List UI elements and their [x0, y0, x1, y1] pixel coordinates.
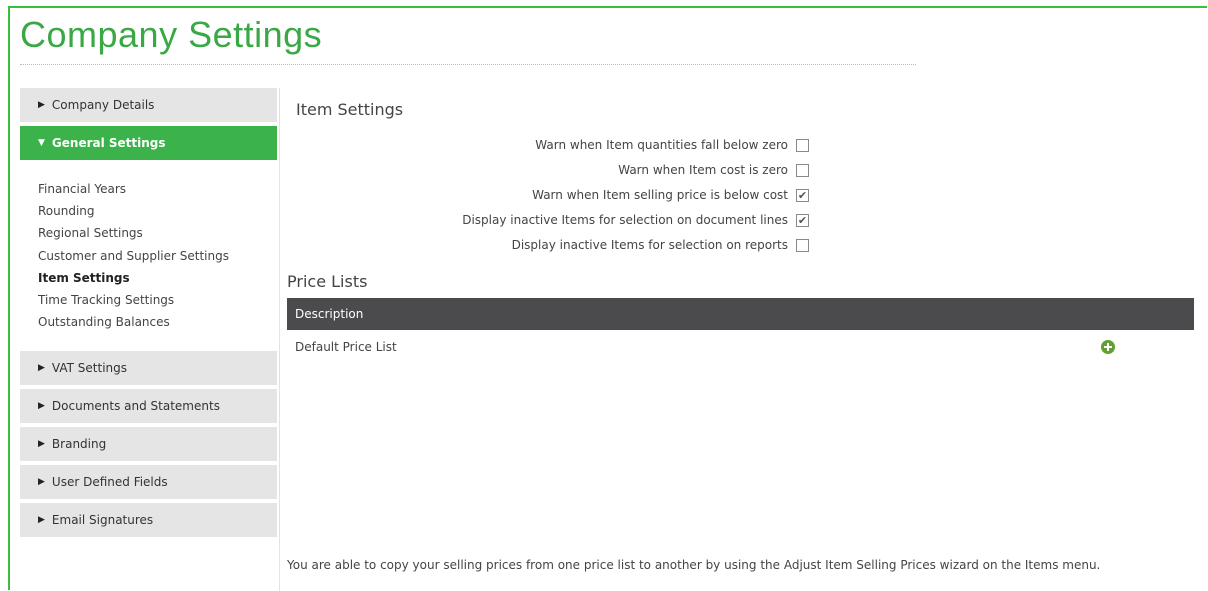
- submenu-item-time-tracking-settings[interactable]: Time Tracking Settings: [38, 289, 229, 311]
- checkbox-inactive-document-lines[interactable]: ✔: [796, 213, 809, 227]
- submenu-item-regional-settings[interactable]: Regional Settings: [38, 222, 229, 244]
- caret-right-icon: ▶: [38, 401, 45, 411]
- caret-right-icon: ▶: [38, 515, 45, 525]
- option-warn-price-below-cost: Warn when Item selling price is below co…: [532, 184, 809, 206]
- check-icon: ✔: [797, 188, 808, 202]
- submenu-item-item-settings[interactable]: Item Settings: [38, 267, 229, 289]
- sidebar-item-documents-statements[interactable]: ▶ Documents and Statements: [20, 389, 277, 423]
- title-divider: [20, 64, 916, 65]
- submenu-item-outstanding-balances[interactable]: Outstanding Balances: [38, 311, 229, 333]
- sidebar: ▶ Company Details ▼ General Settings Fin…: [20, 88, 277, 591]
- main-content: Item Settings Warn when Item quantities …: [287, 88, 1207, 591]
- option-inactive-document-lines: Display inactive Items for selection on …: [462, 209, 809, 231]
- option-warn-qty-below-zero: Warn when Item quantities fall below zer…: [535, 134, 809, 156]
- sidebar-item-label: Email Signatures: [51, 513, 154, 527]
- submenu-item-customer-supplier-settings[interactable]: Customer and Supplier Settings: [38, 245, 229, 267]
- price-list-name[interactable]: Default Price List: [287, 340, 397, 354]
- plus-circle-icon[interactable]: [1101, 340, 1115, 354]
- sidebar-item-branding[interactable]: ▶ Branding: [20, 427, 277, 461]
- checkbox-warn-qty-below-zero[interactable]: [796, 138, 809, 152]
- price-list-help-note: You are able to copy your selling prices…: [287, 558, 1101, 572]
- checkbox-inactive-reports[interactable]: [796, 238, 809, 252]
- caret-right-icon: ▶: [38, 363, 45, 373]
- sidebar-item-label: User Defined Fields: [51, 475, 168, 489]
- sidebar-item-email-signatures[interactable]: ▶ Email Signatures: [20, 503, 277, 537]
- checkbox-warn-price-below-cost[interactable]: ✔: [796, 188, 809, 202]
- option-label: Warn when Item selling price is below co…: [532, 188, 788, 202]
- check-icon: ✔: [797, 213, 808, 227]
- option-label: Display inactive Items for selection on …: [511, 238, 788, 252]
- sidebar-item-label: Branding: [51, 437, 107, 451]
- submenu-item-rounding[interactable]: Rounding: [38, 200, 229, 222]
- page-title: Company Settings: [20, 14, 323, 55]
- item-settings-title: Item Settings: [296, 100, 404, 119]
- price-lists-title: Price Lists: [287, 272, 368, 291]
- caret-down-icon: ▼: [38, 138, 45, 148]
- sidebar-item-label: Documents and Statements: [51, 399, 220, 413]
- option-label: Display inactive Items for selection on …: [462, 213, 788, 227]
- sidebar-item-general-settings[interactable]: ▼ General Settings: [20, 126, 277, 160]
- sidebar-item-vat-settings[interactable]: ▶ VAT Settings: [20, 351, 277, 385]
- sidebar-divider: [279, 88, 280, 591]
- sidebar-item-label: Company Details: [51, 98, 155, 112]
- option-label: Warn when Item quantities fall below zer…: [535, 138, 788, 152]
- checkbox-warn-cost-zero[interactable]: [796, 163, 809, 177]
- price-lists-table-header: Description: [287, 298, 1194, 330]
- caret-right-icon: ▶: [38, 100, 45, 110]
- column-header-description[interactable]: Description: [287, 307, 363, 321]
- sidebar-item-label: VAT Settings: [51, 361, 128, 375]
- submenu-item-financial-years[interactable]: Financial Years: [38, 178, 229, 200]
- sidebar-item-user-defined-fields[interactable]: ▶ User Defined Fields: [20, 465, 277, 499]
- table-row[interactable]: Default Price List: [287, 336, 1194, 358]
- option-warn-cost-zero: Warn when Item cost is zero: [618, 159, 809, 181]
- sidebar-item-label: General Settings: [51, 136, 166, 150]
- general-settings-submenu: Financial Years Rounding Regional Settin…: [38, 178, 229, 333]
- option-inactive-reports: Display inactive Items for selection on …: [512, 234, 809, 256]
- caret-right-icon: ▶: [38, 477, 45, 487]
- option-label: Warn when Item cost is zero: [618, 163, 788, 177]
- caret-right-icon: ▶: [38, 439, 45, 449]
- sidebar-item-company-details[interactable]: ▶ Company Details: [20, 88, 277, 122]
